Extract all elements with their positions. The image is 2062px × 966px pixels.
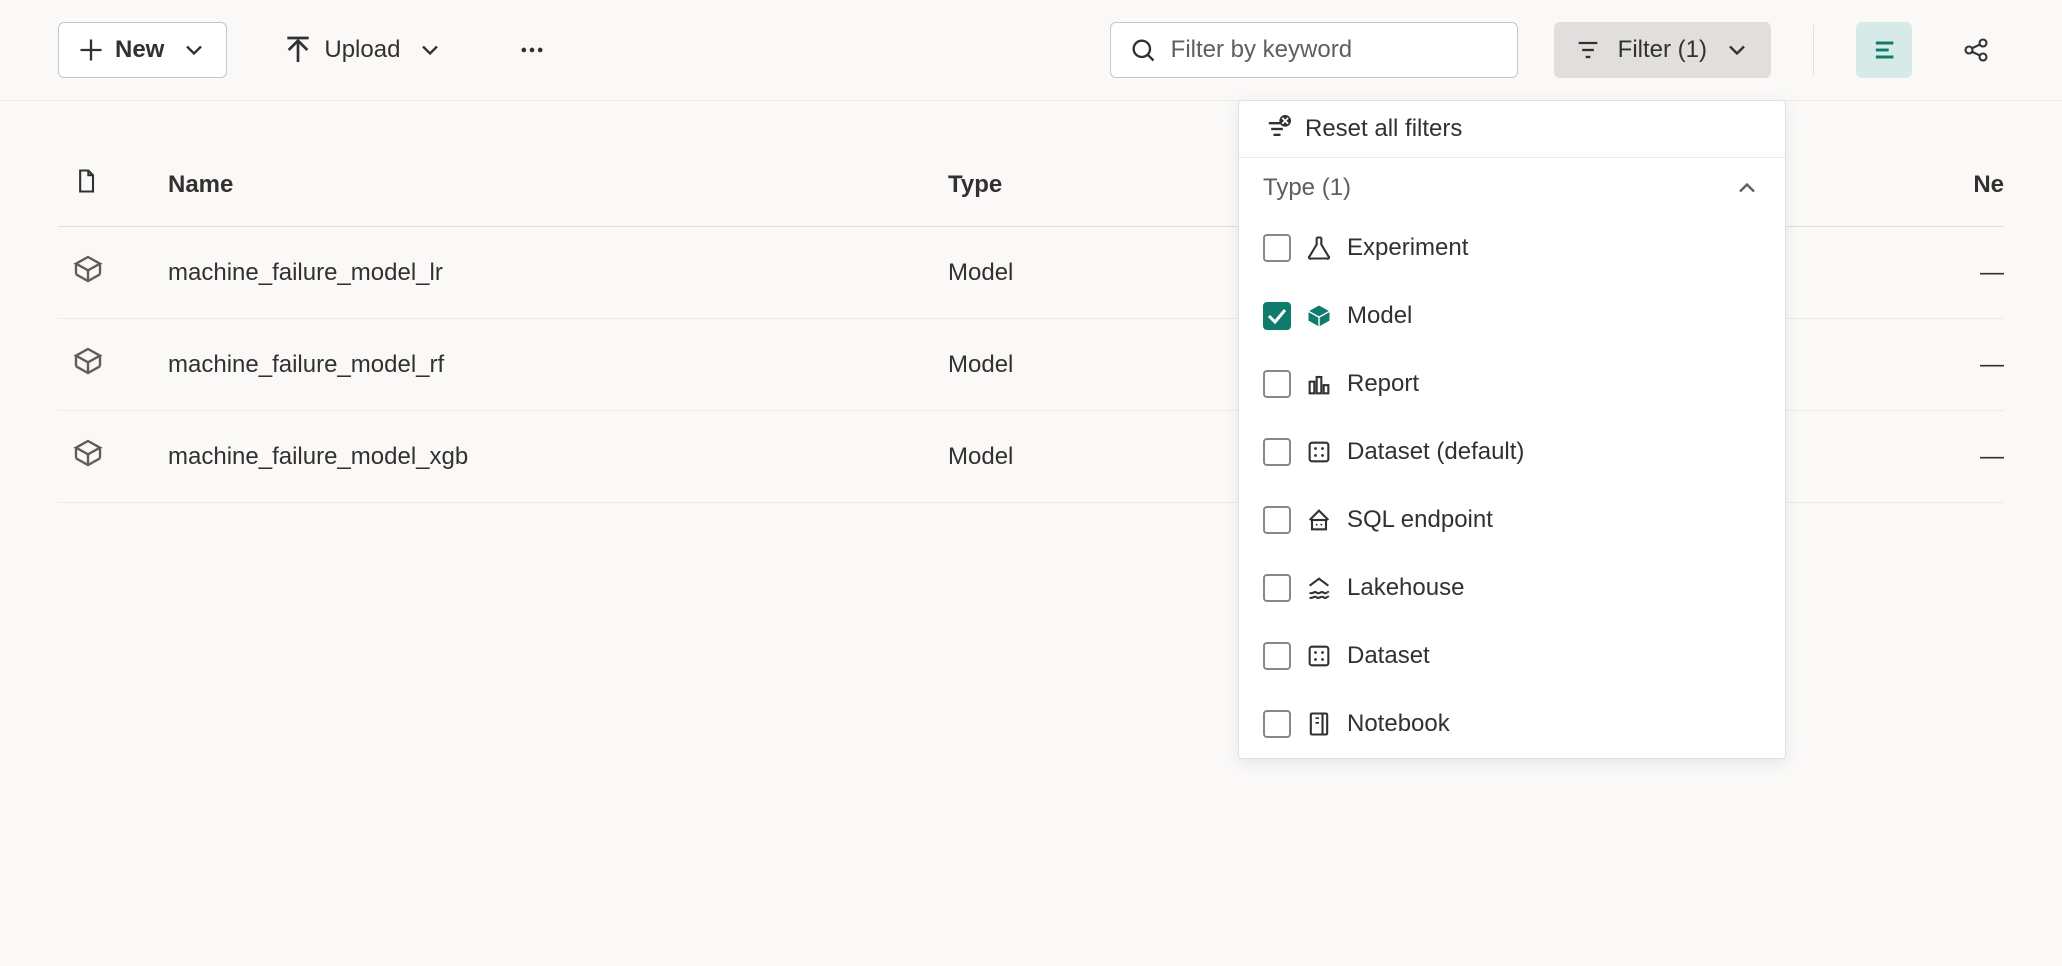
grid-icon xyxy=(1305,438,1333,466)
checkbox[interactable] xyxy=(1263,506,1291,534)
model-icon xyxy=(72,253,104,285)
cube-icon xyxy=(1305,302,1333,330)
new-button[interactable]: New xyxy=(58,22,227,78)
new-button-label: New xyxy=(115,36,164,64)
upload-icon xyxy=(282,34,314,66)
filter-option-label: Notebook xyxy=(1347,710,1450,738)
filter-option-label: Lakehouse xyxy=(1347,574,1464,602)
filter-option-label: Report xyxy=(1347,370,1419,398)
search-input[interactable] xyxy=(1171,36,1499,64)
filter-section-title: Type (1) xyxy=(1263,174,1351,202)
checkbox[interactable] xyxy=(1263,234,1291,262)
plus-icon xyxy=(77,36,105,64)
filter-panel: Reset all filters Type (1) Experiment Mod… xyxy=(1238,100,1786,759)
checkbox[interactable] xyxy=(1263,302,1291,330)
checkbox[interactable] xyxy=(1263,710,1291,738)
filter-option-label: Dataset xyxy=(1347,642,1430,670)
search-box[interactable] xyxy=(1110,22,1518,78)
item-name: machine_failure_model_xgb xyxy=(168,411,948,503)
filter-option[interactable]: Lakehouse xyxy=(1239,554,1785,622)
filter-option[interactable]: Model xyxy=(1239,282,1785,350)
filter-button-label: Filter (1) xyxy=(1618,36,1707,64)
more-icon xyxy=(518,36,546,64)
house-icon xyxy=(1305,506,1333,534)
filter-section-type[interactable]: Type (1) xyxy=(1239,158,1785,214)
reset-filters-label: Reset all filters xyxy=(1305,115,1462,143)
chevron-down-icon xyxy=(416,36,444,64)
upload-button[interactable]: Upload xyxy=(263,22,463,78)
model-icon xyxy=(72,437,104,469)
notebook-icon xyxy=(1305,710,1333,738)
chevron-up-icon xyxy=(1733,174,1761,202)
item-name: machine_failure_model_lr xyxy=(168,227,948,319)
lineage-icon xyxy=(1962,36,1990,64)
more-actions-button[interactable] xyxy=(499,22,565,78)
model-icon xyxy=(72,345,104,377)
checkbox[interactable] xyxy=(1263,370,1291,398)
lake-icon xyxy=(1305,574,1333,602)
flask-icon xyxy=(1305,234,1333,262)
chevron-down-icon xyxy=(1723,36,1751,64)
toolbar-divider xyxy=(1813,25,1814,75)
chevron-down-icon xyxy=(180,36,208,64)
item-name: machine_failure_model_rf xyxy=(168,319,948,411)
document-icon xyxy=(72,167,100,195)
filter-option-label: Dataset (default) xyxy=(1347,438,1524,466)
filter-option[interactable]: SQL endpoint xyxy=(1239,486,1785,554)
grid-icon xyxy=(1305,642,1333,670)
checkbox[interactable] xyxy=(1263,438,1291,466)
filter-icon xyxy=(1574,36,1602,64)
toolbar: New Upload Filter (1) xyxy=(0,0,2062,101)
reset-filters-icon xyxy=(1263,115,1291,143)
upload-button-label: Upload xyxy=(324,36,400,64)
list-view-button[interactable] xyxy=(1856,22,1912,78)
filter-option[interactable]: Report xyxy=(1239,350,1785,418)
column-header-name[interactable]: Name xyxy=(168,143,948,227)
filter-button[interactable]: Filter (1) xyxy=(1554,22,1771,78)
checkbox[interactable] xyxy=(1263,642,1291,670)
filter-option-label: Model xyxy=(1347,302,1412,330)
filter-option[interactable]: Experiment xyxy=(1239,214,1785,282)
filter-option[interactable]: Dataset (default) xyxy=(1239,418,1785,486)
filter-option-label: Experiment xyxy=(1347,234,1468,262)
checkbox[interactable] xyxy=(1263,574,1291,602)
filter-option-label: SQL endpoint xyxy=(1347,506,1493,534)
filter-option[interactable]: Dataset xyxy=(1239,622,1785,690)
reset-filters-button[interactable]: Reset all filters xyxy=(1239,101,1785,158)
search-icon xyxy=(1129,36,1157,64)
filter-option[interactable]: Notebook xyxy=(1239,690,1785,758)
list-view-icon xyxy=(1870,36,1898,64)
lineage-view-button[interactable] xyxy=(1948,22,2004,78)
bars-icon xyxy=(1305,370,1333,398)
